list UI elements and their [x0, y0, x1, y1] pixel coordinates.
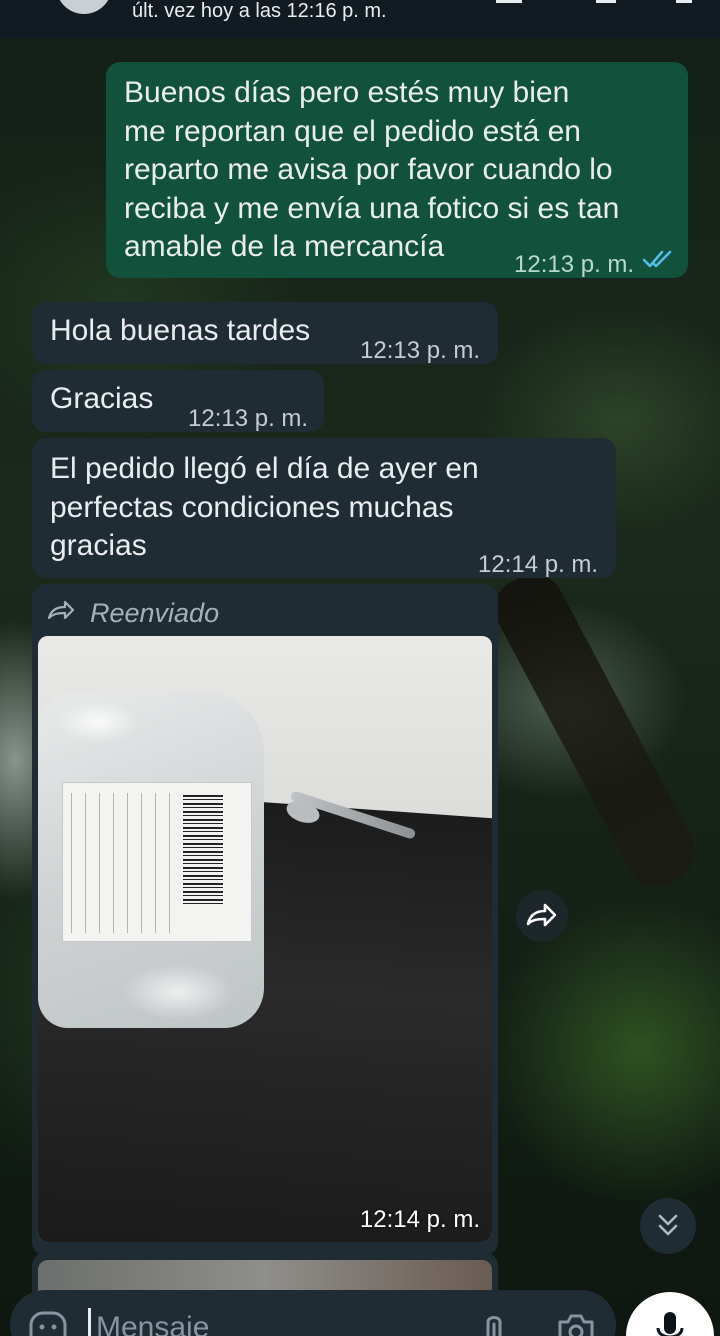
forwarded-photo[interactable]: 12:14 p. m.	[38, 636, 492, 1242]
last-seen-status: últ. vez hoy a las 12:16 p. m.	[132, 0, 387, 22]
message-input[interactable]	[96, 1308, 456, 1336]
text-cursor	[88, 1308, 91, 1336]
message-time: 12:13 p. m.	[188, 405, 309, 432]
emoji-icon[interactable]	[28, 1310, 68, 1336]
message-text: Hola buenas tardes	[50, 314, 311, 347]
mic-icon	[656, 1312, 684, 1336]
header-icon-edge[interactable]	[676, 0, 692, 3]
header-icon-edge[interactable]	[496, 0, 522, 3]
shipping-label	[62, 782, 252, 942]
message-text: Buenos días pero estés muy bien me repor…	[124, 76, 620, 263]
chat-header[interactable]: últ. vez hoy a las 12:16 p. m.	[0, 0, 720, 38]
message-composer[interactable]	[10, 1290, 616, 1336]
share-forward-icon	[526, 903, 557, 927]
label-text-lines	[71, 793, 171, 933]
message-text: El pedido llegó el día de ayer en perfec…	[50, 452, 479, 562]
forwarded-label: Reenviado	[90, 598, 220, 628]
label-barcode	[183, 795, 223, 905]
incoming-message[interactable]: Gracias 12:13 p. m.	[32, 370, 324, 432]
share-forward-button[interactable]	[516, 890, 568, 942]
double-chevron-down-icon	[658, 1214, 678, 1236]
double-check-icon	[642, 250, 672, 268]
contact-avatar[interactable]	[56, 0, 112, 14]
message-time: 12:13 p. m.	[514, 251, 635, 278]
camera-icon[interactable]	[556, 1312, 596, 1336]
header-icon-edge[interactable]	[596, 0, 616, 3]
forward-icon	[47, 600, 75, 620]
incoming-message[interactable]: Hola buenas tardes 12:13 p. m.	[32, 302, 498, 364]
message-time: 12:14 p. m.	[359, 1206, 480, 1233]
message-time: 12:14 p. m.	[478, 551, 599, 578]
scroll-to-bottom-button[interactable]	[640, 1198, 696, 1254]
paperclip-icon[interactable]	[478, 1310, 510, 1336]
forwarded-image-message[interactable]: Reenviado 12:14 p. m.	[32, 584, 498, 1256]
outgoing-message[interactable]: Buenos días pero estés muy bien me repor…	[106, 62, 688, 278]
message-text: Gracias	[50, 382, 154, 415]
incoming-message[interactable]: El pedido llegó el día de ayer en perfec…	[32, 438, 616, 578]
photo-package	[38, 692, 264, 1028]
message-time: 12:13 p. m.	[360, 337, 481, 364]
